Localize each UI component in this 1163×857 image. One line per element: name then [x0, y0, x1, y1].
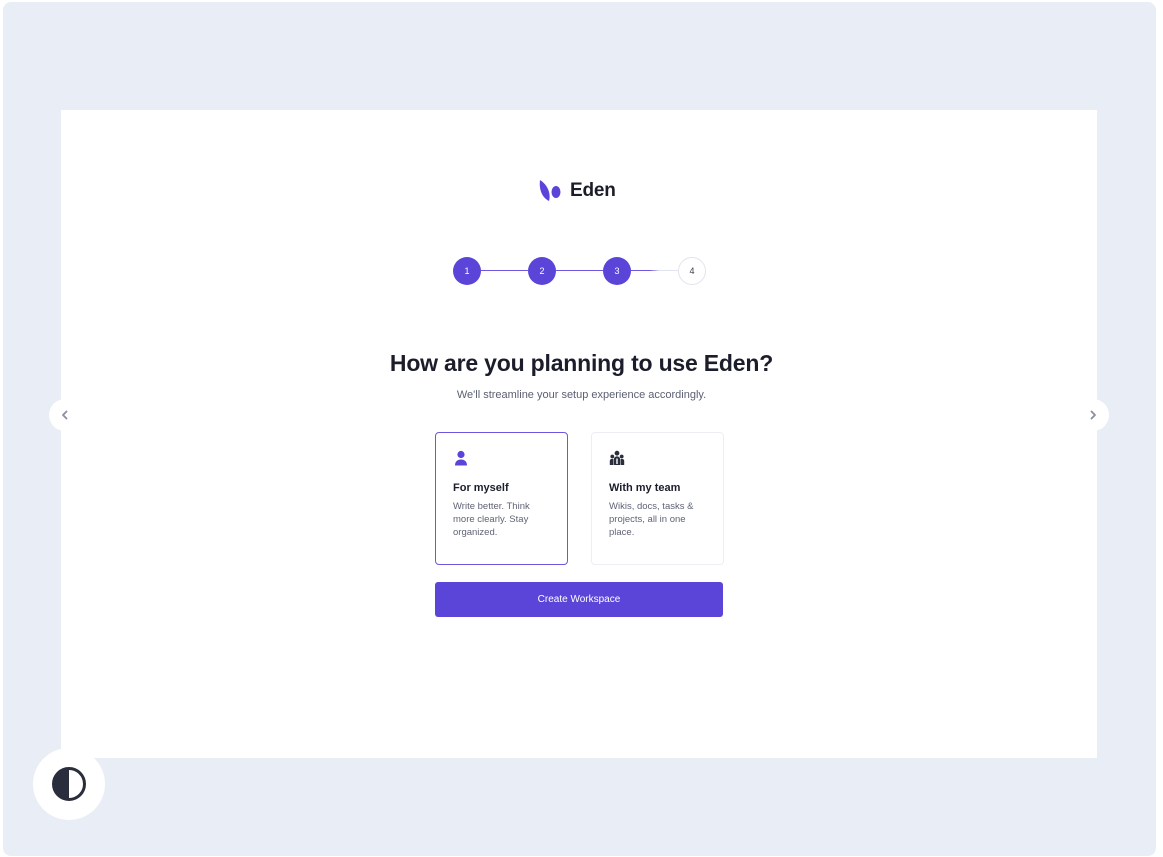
- step-connector: [556, 270, 603, 271]
- team-icon: [609, 450, 625, 465]
- next-button[interactable]: [1077, 399, 1109, 431]
- brand-logo: Eden: [538, 178, 616, 204]
- theme-toggle-button[interactable]: [33, 748, 105, 820]
- chevron-left-icon: [62, 410, 68, 420]
- onboarding-card: [61, 110, 1097, 758]
- step-connector: [481, 270, 528, 271]
- option-description: Wikis, docs, tasks & projects, all in on…: [609, 501, 694, 538]
- step-2[interactable]: 2: [528, 257, 556, 285]
- brand-name: Eden: [570, 180, 616, 201]
- progress-stepper: 1 2 3 4: [453, 257, 706, 285]
- step-3[interactable]: 3: [603, 257, 631, 285]
- page-title: How are you planning to use Eden?: [389, 350, 774, 376]
- option-with-my-team[interactable]: With my team Wikis, docs, tasks & projec…: [591, 432, 724, 565]
- leaf-logo-icon: [539, 180, 561, 201]
- contrast-icon: [52, 767, 86, 801]
- option-title: For myself: [453, 482, 509, 494]
- page-subtitle: We'll streamline your setup experience a…: [456, 389, 707, 401]
- previous-button[interactable]: [49, 399, 81, 431]
- chevron-right-icon: [1090, 410, 1096, 420]
- step-connector: [631, 270, 678, 271]
- option-title: With my team: [609, 482, 681, 494]
- person-icon: [455, 450, 467, 466]
- option-for-myself[interactable]: For myself Write better. Think more clea…: [435, 432, 568, 565]
- step-1[interactable]: 1: [453, 257, 481, 285]
- step-4[interactable]: 4: [678, 257, 706, 285]
- create-workspace-button[interactable]: Create Workspace: [435, 582, 723, 617]
- option-description: Write better. Think more clearly. Stay o…: [453, 501, 530, 538]
